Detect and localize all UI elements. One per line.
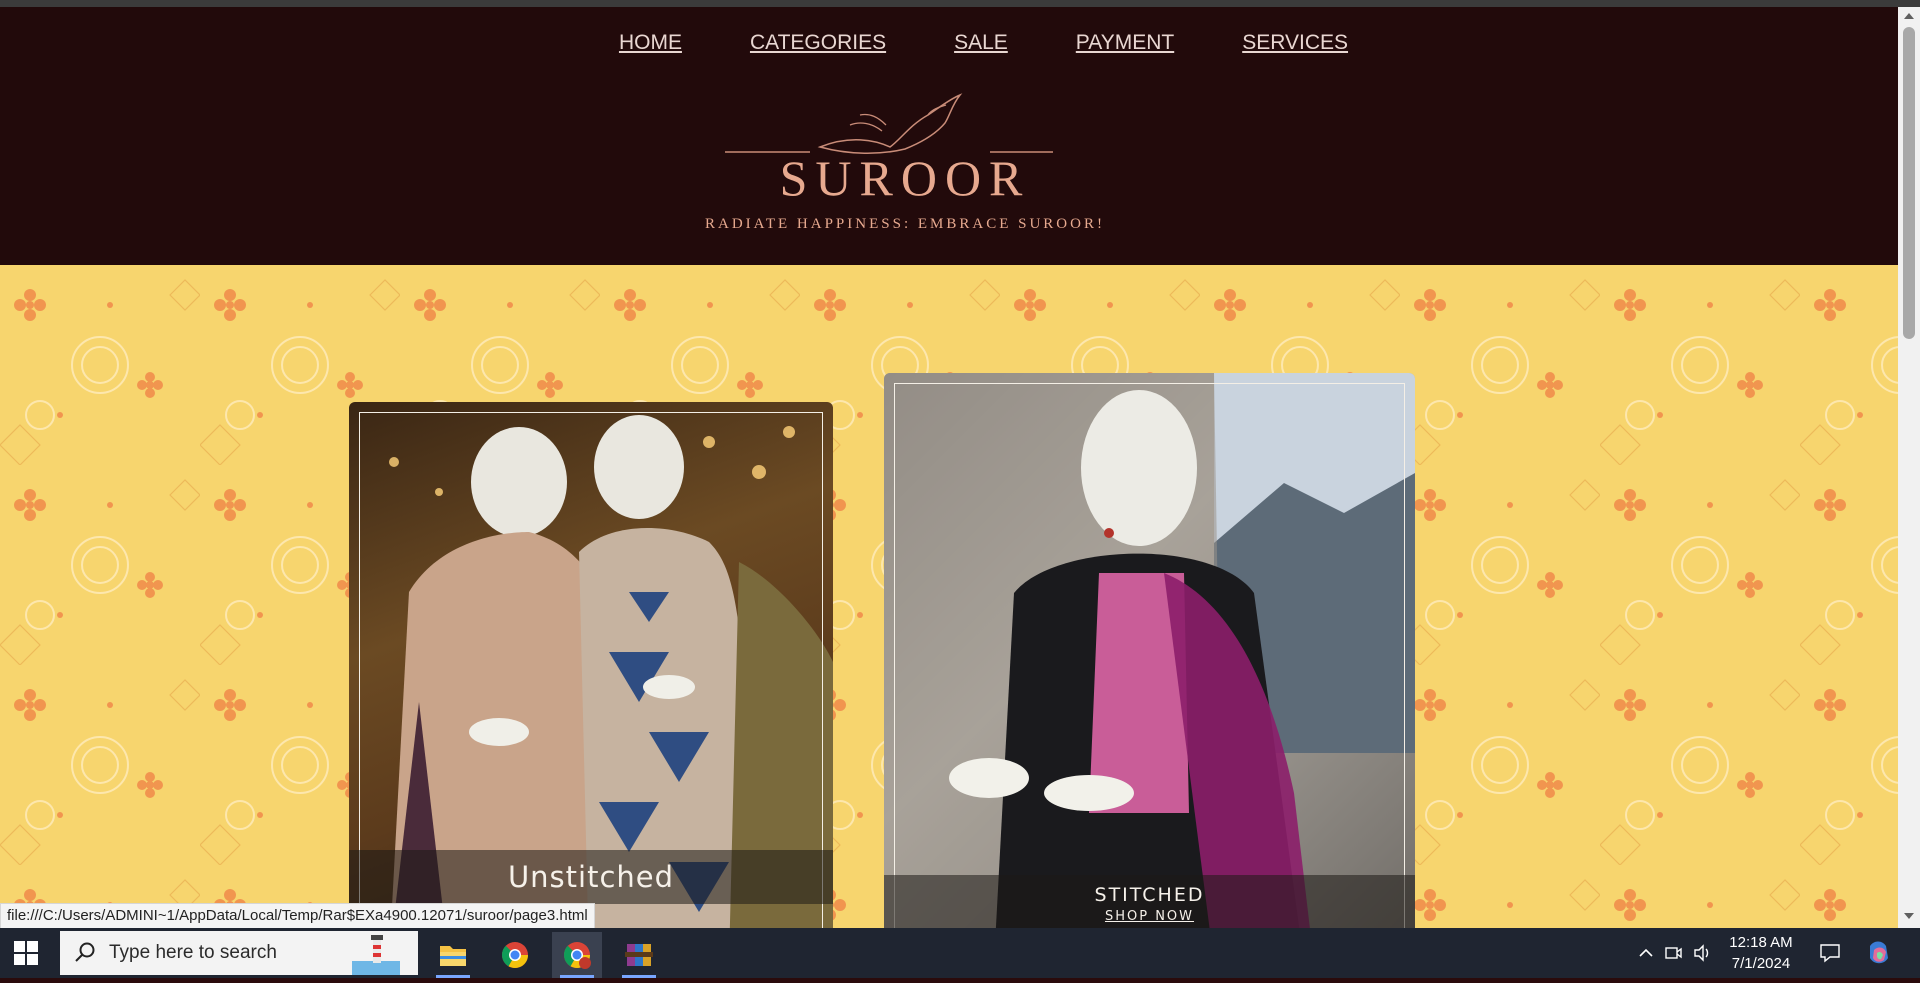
chrome-profile-taskbar-button[interactable] <box>552 932 602 978</box>
taskbar-search-box[interactable]: Type here to search <box>60 931 418 975</box>
windows-taskbar: Type here to search 12:18 AM 7/1/2024 <box>0 928 1920 978</box>
site-logo[interactable]: SUROOR RADIATE HAPPINESS: EMBRACE SUROOR… <box>700 85 1110 245</box>
file-explorer-taskbar-button[interactable] <box>428 932 478 978</box>
lighthouse-search-highlight-icon <box>352 935 400 975</box>
chevron-up-icon[interactable] <box>1636 943 1656 963</box>
main-nav: HOME CATEGORIES SALE PAYMENT SERVICES <box>0 31 1898 55</box>
windows-start-icon[interactable] <box>14 941 38 965</box>
stitched-card[interactable]: STITCHED SHOP NOW <box>884 373 1415 928</box>
taskbar-clock[interactable]: 12:18 AM 7/1/2024 <box>1724 932 1798 974</box>
chrome-profile-icon <box>563 942 591 969</box>
site-header: HOME CATEGORIES SALE PAYMENT SERVICES SU… <box>0 7 1898 265</box>
file-explorer-icon <box>440 946 466 966</box>
stitched-card-title: STITCHED <box>1094 884 1205 906</box>
logo-tagline: RADIATE HAPPINESS: EMBRACE SUROOR! <box>705 216 1105 232</box>
shop-now-link[interactable]: SHOP NOW <box>884 909 1415 924</box>
scroll-up-arrow-icon[interactable] <box>1904 13 1914 19</box>
browser-top-edge <box>0 0 1920 7</box>
taskbar-date: 7/1/2024 <box>1731 955 1791 972</box>
chrome-taskbar-button[interactable] <box>490 932 540 978</box>
winrar-icon <box>625 944 653 966</box>
taskbar-search-placeholder: Type here to search <box>109 942 277 963</box>
nav-payment-link[interactable]: PAYMENT <box>1076 31 1174 55</box>
unstitched-card-title: Unstitched <box>507 860 675 894</box>
winrar-taskbar-button[interactable] <box>614 932 664 978</box>
nav-home-link[interactable]: HOME <box>619 31 682 55</box>
hero-section: Unstitched STITCHED SHOP NOW <box>0 265 1898 928</box>
nav-services-link[interactable]: SERVICES <box>1242 31 1348 55</box>
chrome-icon <box>501 942 529 969</box>
unstitched-card[interactable]: Unstitched <box>349 402 833 928</box>
scrollbar-thumb[interactable] <box>1903 27 1915 339</box>
logo-wordmark: SUROOR <box>779 150 1031 206</box>
taskbar-time: 12:18 AM <box>1729 934 1793 951</box>
page-scrollbar[interactable] <box>1898 7 1920 928</box>
link-status-bar: file:///C:/Users/ADMINI~1/AppData/Local/… <box>0 903 595 929</box>
scroll-down-arrow-icon[interactable] <box>1904 913 1914 919</box>
nav-categories-link[interactable]: CATEGORIES <box>750 31 886 55</box>
notifications-icon[interactable] <box>1818 941 1842 965</box>
nav-sale-link[interactable]: SALE <box>954 31 1008 55</box>
meet-now-icon[interactable] <box>1663 943 1683 963</box>
volume-icon[interactable] <box>1692 943 1714 963</box>
search-icon <box>75 942 95 962</box>
copilot-icon[interactable] <box>1864 938 1894 968</box>
